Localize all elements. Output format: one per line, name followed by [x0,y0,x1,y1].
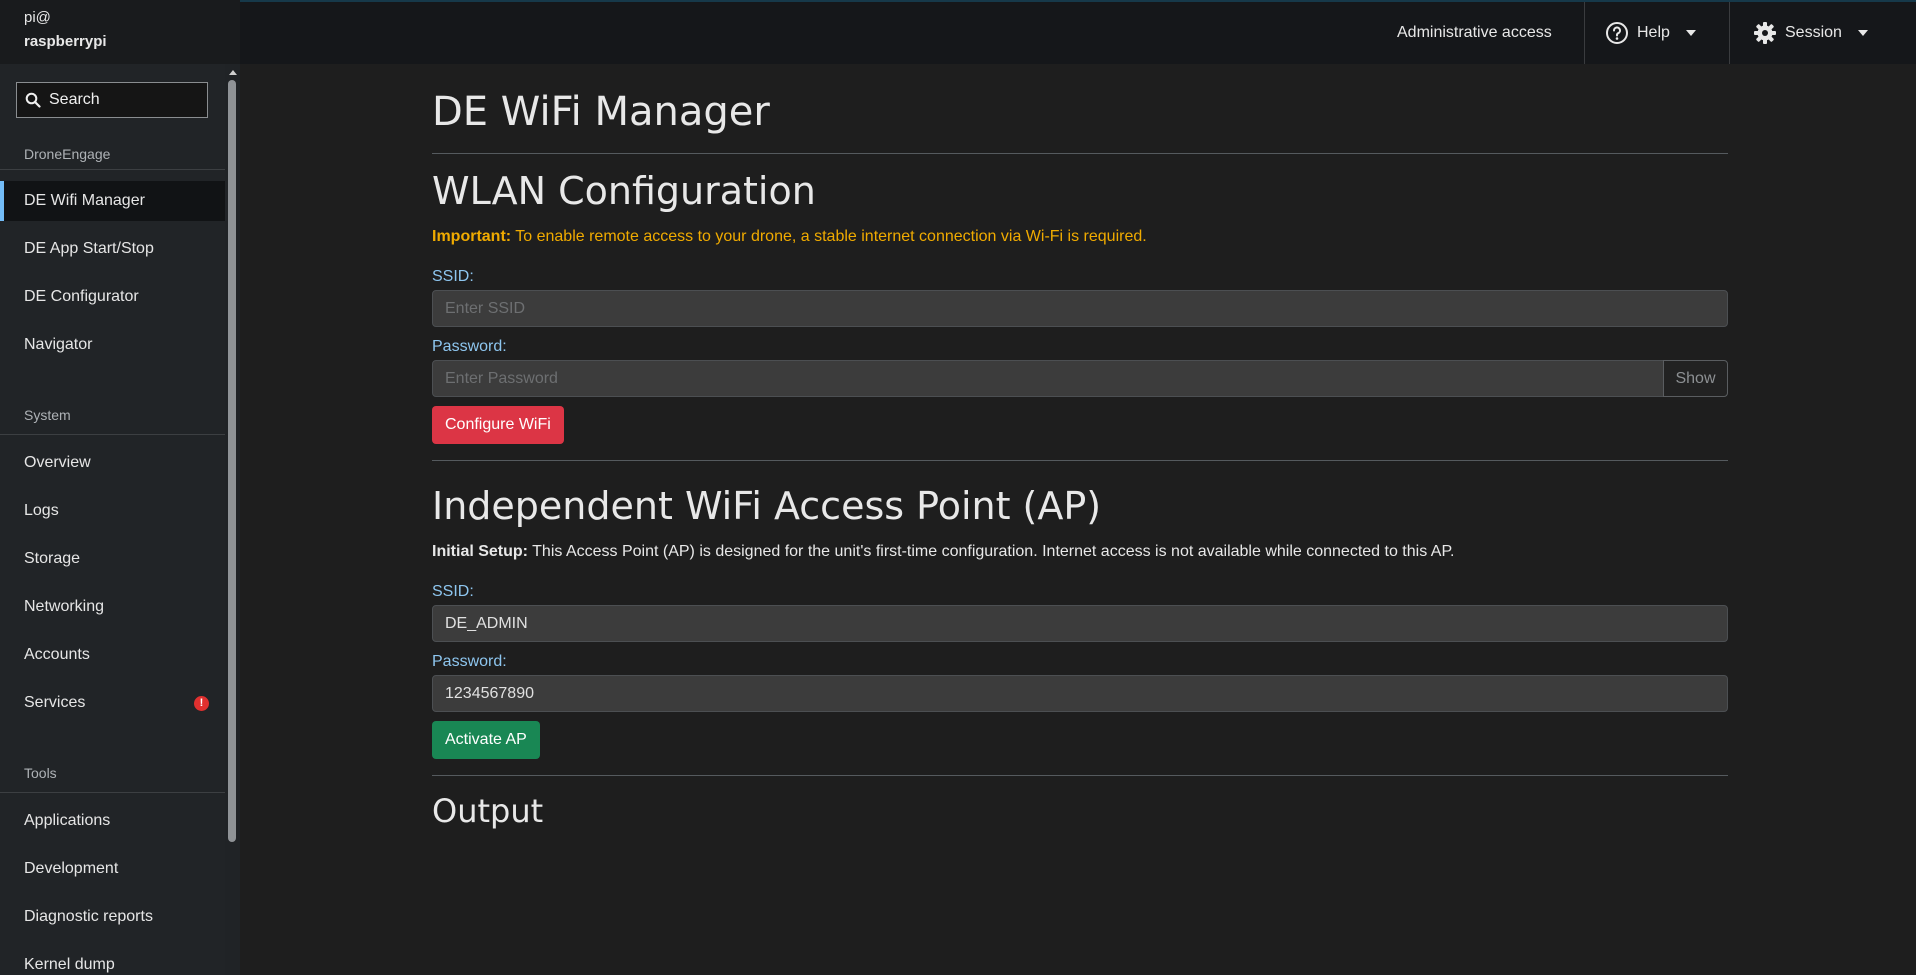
configure-wifi-button[interactable]: Configure WiFi [432,406,564,444]
ap-password-label: Password: [432,653,507,670]
search-icon [25,92,41,108]
ap-password-input[interactable] [432,675,1728,712]
sidebar-nav: Search DroneEngage DE Wifi Manager DE Ap… [0,64,225,975]
section-divider [432,775,1728,776]
sidebar-item-storage[interactable]: Storage [0,539,225,579]
gear-icon [1754,22,1776,44]
ap-setup-note: Initial Setup: This Access Point (AP) is… [432,543,1455,561]
session-menu-button[interactable]: Session [1753,2,1868,64]
chevron-down-icon [1857,30,1868,36]
help-icon [1606,22,1628,44]
sidebar-item-overview[interactable]: Overview [0,443,225,483]
search-input[interactable]: Search [16,82,208,118]
important-text: To enable remote access to your drone, a… [511,228,1147,245]
chevron-down-icon [1685,30,1696,36]
sidebar-scrollbar[interactable] [225,64,240,975]
help-menu-button[interactable]: Help [1605,2,1696,64]
section-divider [432,153,1728,154]
sidebar-item-services[interactable]: Services ! [0,683,225,723]
sidebar: pi@ raspberrypi Search DroneEngage DE Wi… [0,0,240,975]
alert-badge-icon: ! [194,696,209,711]
ap-ssid-label: SSID: [432,583,474,600]
sidebar-item-development[interactable]: Development [0,849,225,889]
nav-section-system: System [24,407,71,423]
sidebar-item-label: Services [24,694,86,711]
sidebar-item-applications[interactable]: Applications [0,801,225,841]
top-bar: Administrative access Help Session [240,0,1916,64]
sidebar-item-diagnostic-reports[interactable]: Diagnostic reports [0,897,225,937]
ap-ssid-input[interactable] [432,605,1728,642]
sidebar-item-de-wifi-manager[interactable]: DE Wifi Manager [0,181,225,221]
sidebar-item-logs[interactable]: Logs [0,491,225,531]
session-label: Session [1785,24,1842,41]
host-switcher[interactable]: pi@ raspberrypi [0,0,240,64]
sidebar-item-kernel-dump[interactable]: Kernel dump [0,945,225,975]
wlan-password-input[interactable] [432,360,1664,397]
sidebar-item-de-configurator[interactable]: DE Configurator [0,277,225,317]
sidebar-item-networking[interactable]: Networking [0,587,225,627]
setup-text: This Access Point (AP) is designed for t… [528,543,1455,560]
nav-section-droneengage: DroneEngage [24,146,111,162]
help-label: Help [1637,24,1670,41]
nav-divider [0,169,225,170]
scrollbar-thumb[interactable] [228,80,236,842]
nav-section-tools: Tools [24,765,57,781]
section-divider [432,460,1728,461]
host-name: raspberrypi [24,33,107,50]
host-user: pi@ [24,9,51,26]
wlan-ssid-label: SSID: [432,268,474,285]
setup-label: Initial Setup: [432,543,528,560]
important-label: Important: [432,228,512,245]
activate-ap-button[interactable]: Activate AP [432,721,540,759]
page-title: DE WiFi Manager [432,89,770,135]
topbar-divider [1584,2,1585,64]
show-password-button[interactable]: Show [1663,360,1728,397]
wlan-section-title: WLAN Configuration [432,169,816,213]
output-section-title: Output [432,792,544,830]
nav-divider [0,434,225,435]
wlan-important-note: Important: To enable remote access to yo… [432,228,1147,246]
wlan-password-label: Password: [432,338,507,355]
wlan-ssid-input[interactable] [432,290,1728,327]
ap-section-title: Independent WiFi Access Point (AP) [432,484,1102,528]
scroll-up-arrow-icon[interactable] [229,70,237,75]
nav-divider [0,792,225,793]
sidebar-item-de-app-start-stop[interactable]: DE App Start/Stop [0,229,225,269]
administrative-access-button[interactable]: Administrative access [1397,2,1552,64]
sidebar-item-accounts[interactable]: Accounts [0,635,225,675]
search-placeholder: Search [49,91,100,108]
sidebar-item-navigator[interactable]: Navigator [0,325,225,365]
topbar-divider [1729,2,1730,64]
